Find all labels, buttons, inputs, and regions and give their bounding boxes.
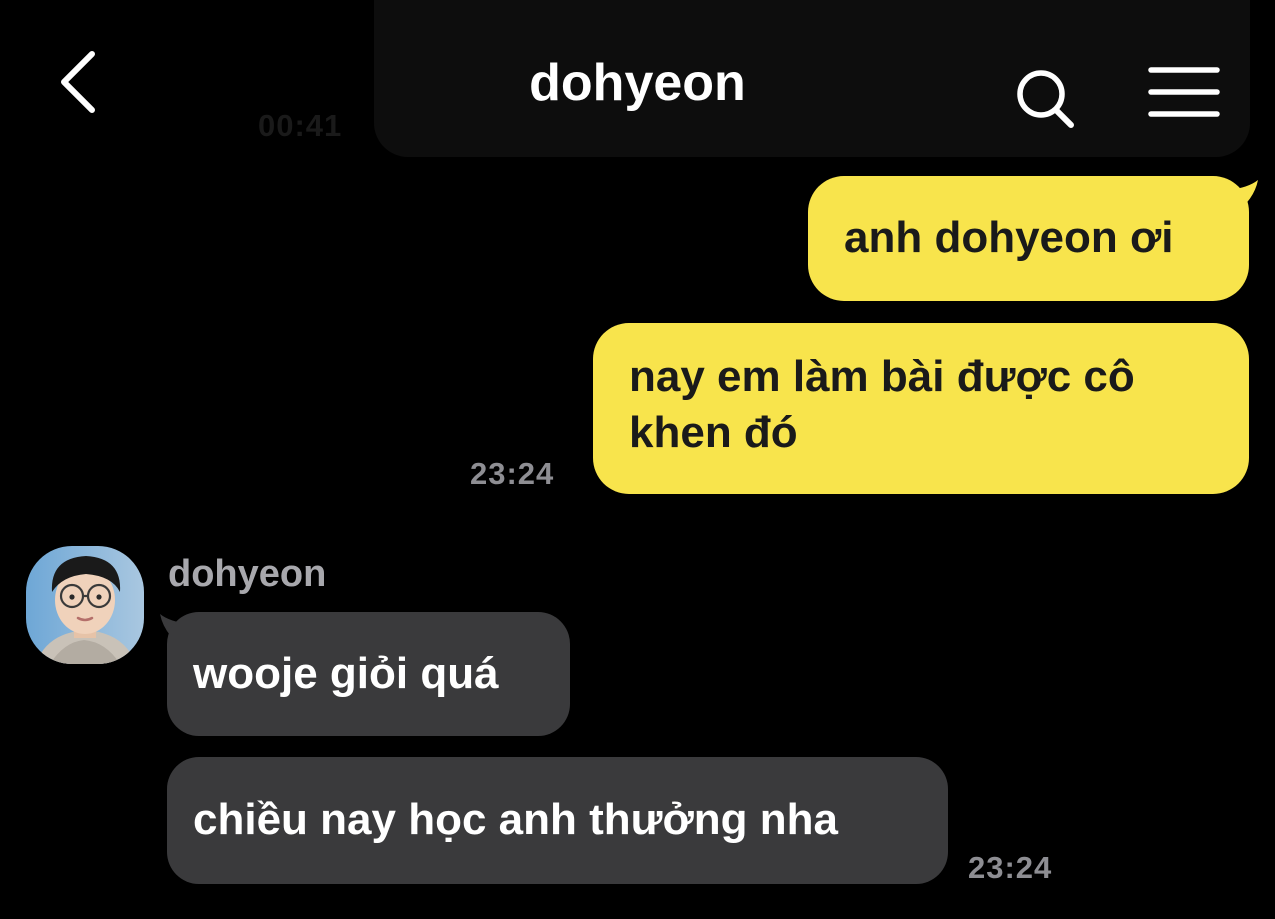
message-text-line: khen đó [629,408,798,457]
message-bubble-incoming[interactable]: wooje giỏi quá [167,612,570,736]
message-timestamp: 23:24 [470,456,555,491]
avatar[interactable] [26,546,144,664]
hamburger-menu-icon [1148,67,1220,117]
message-text: chiều nay học anh thưởng nha [193,795,838,844]
message-bubble-incoming[interactable]: chiều nay học anh thưởng nha [167,757,948,884]
ghost-timestamp: 00:41 [258,108,343,143]
message-timestamp: 23:24 [968,850,1053,885]
message-text: wooje giỏi quá [193,649,499,698]
menu-button[interactable] [1145,62,1225,122]
message-text-line: nay em làm bài được cô [629,352,1135,401]
avatar-photo [26,546,144,664]
message-bubble-outgoing[interactable]: nay em làm bài được cô khen đó [593,323,1249,494]
sender-name: dohyeon [168,553,327,595]
search-button[interactable] [1005,60,1085,140]
message-text: anh dohyeon ơi [844,213,1174,262]
message-bubble-outgoing[interactable]: anh dohyeon ơi [808,176,1249,301]
search-icon [1017,70,1074,128]
